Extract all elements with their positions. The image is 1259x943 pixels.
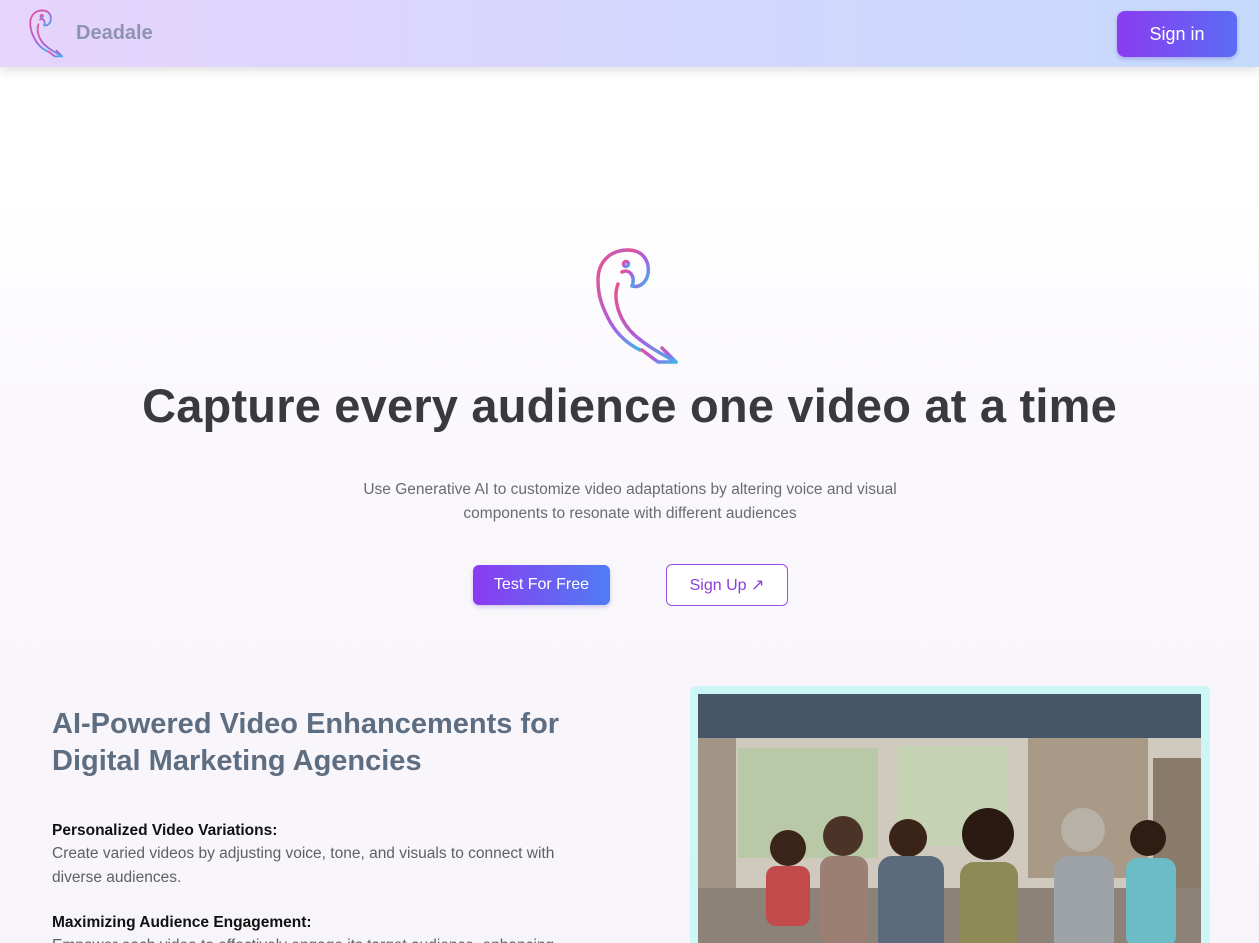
sign-in-button[interactable]: Sign in [1117, 11, 1237, 57]
video-preview[interactable] [698, 738, 1201, 943]
feature-title: Maximizing Audience Engagement: [52, 914, 312, 931]
sign-up-button[interactable]: Sign Up ↗ [666, 564, 788, 606]
feature-description: Empower each video to effectively engage… [52, 934, 592, 943]
parrot-logo-icon [29, 9, 64, 58]
family-photo-image [698, 738, 1201, 943]
video-card [690, 686, 1210, 943]
hero-title: Capture every audience one video at a ti… [142, 379, 1117, 432]
feature-item: Personalized Video Variations: Create va… [52, 820, 592, 890]
test-for-free-button[interactable]: Test For Free [473, 565, 610, 605]
feature-description: Create varied videos by adjusting voice,… [52, 845, 555, 886]
video-header-bar [698, 694, 1201, 738]
parrot-logo-icon [596, 248, 678, 364]
top-navbar: Deadale Sign in [0, 0, 1259, 67]
features-title: AI-Powered Video Enhancements for Digita… [52, 708, 560, 777]
hero-subtitle: Use Generative AI to customize video ada… [363, 481, 897, 522]
brand-name[interactable]: Deadale [76, 22, 153, 45]
feature-title: Personalized Video Variations: [52, 822, 278, 839]
feature-item: Maximizing Audience Engagement: Empower … [52, 912, 592, 943]
